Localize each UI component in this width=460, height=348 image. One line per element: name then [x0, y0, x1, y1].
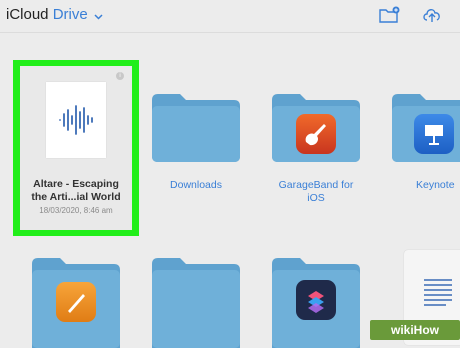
pages-icon [56, 282, 96, 322]
shortcuts-icon [296, 280, 336, 320]
folder-name: Downloads [170, 179, 222, 191]
folder-item-downloads[interactable]: Downloads [150, 88, 242, 198]
chevron-down-icon [94, 7, 103, 24]
waveform-icon [59, 105, 93, 135]
location-name: Drive [52, 6, 88, 23]
keynote-icon [414, 114, 454, 154]
watermark: wikiHow [370, 320, 460, 340]
folder-item-shortcuts[interactable] [270, 252, 362, 348]
garageband-icon [296, 114, 336, 154]
cloud-upload-icon[interactable] [421, 5, 443, 25]
file-name-line-2: the Arti...ial World [31, 191, 121, 203]
audio-file-thumbnail [46, 82, 106, 158]
app-name: iCloud [6, 6, 49, 23]
folder-name-line-2: iOS [307, 192, 325, 204]
folder-item-garageband[interactable]: GarageBand for iOS [270, 88, 362, 208]
file-date: 18/03/2020, 8:46 am [39, 206, 113, 215]
folder-name: Keynote [416, 179, 455, 191]
folder-item-pages[interactable] [30, 252, 122, 348]
location-title[interactable]: iCloud Drive [6, 6, 103, 24]
folder-icon [152, 94, 240, 162]
folder-name-line-1: GarageBand for [278, 179, 354, 191]
text-lines-icon [424, 279, 452, 306]
folder-item[interactable] [150, 252, 242, 348]
info-icon[interactable]: i [116, 72, 124, 80]
folder-icon [152, 258, 240, 348]
file-item-altare[interactable]: i Altare - Escaping the Arti...ial World… [20, 66, 132, 230]
top-bar: iCloud Drive [0, 0, 460, 33]
file-name-line-1: Altare - Escaping [33, 178, 119, 190]
folder-badge-plus-icon[interactable] [378, 5, 400, 25]
folder-item-keynote[interactable]: Keynote [390, 88, 460, 198]
